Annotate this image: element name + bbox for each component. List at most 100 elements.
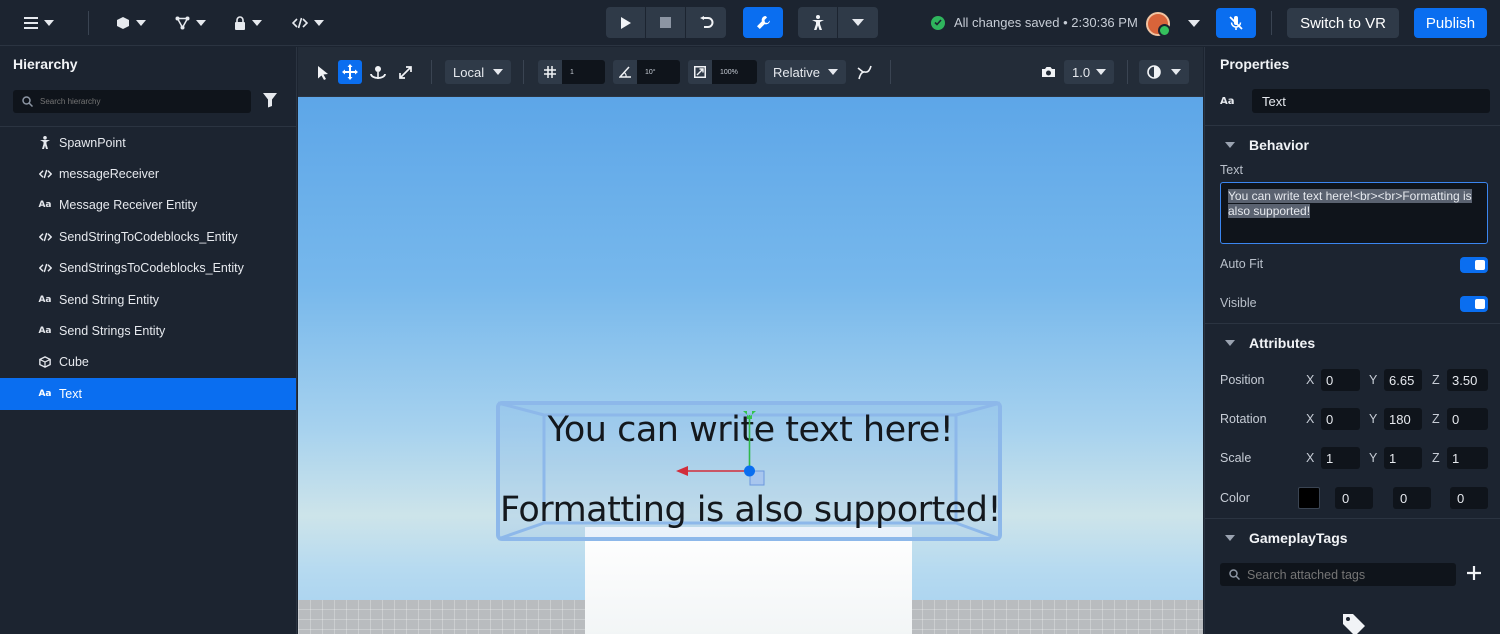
pivot-dropdown[interactable]: Relative xyxy=(765,60,846,84)
rotation-row: Rotation X 0 Y 180 Z 0 xyxy=(1220,408,1490,430)
tree-item[interactable]: SendStringsToCodeblocks_Entity xyxy=(0,253,296,284)
chevron-down-icon xyxy=(196,20,206,26)
account-dropdown-icon[interactable] xyxy=(1188,20,1200,27)
axis-y-label: Y xyxy=(1369,451,1378,465)
position-x-field[interactable]: 0 xyxy=(1321,369,1360,391)
tree-item[interactable]: messageReceiver xyxy=(0,158,296,189)
chevron-down-icon xyxy=(252,20,262,26)
color-g-field[interactable]: 0 xyxy=(1393,487,1431,509)
text-icon: Aa xyxy=(38,294,52,305)
publish-button[interactable]: Publish xyxy=(1414,8,1487,38)
position-y-field[interactable]: 6.65 xyxy=(1384,369,1422,391)
chevron-down-icon xyxy=(44,20,54,26)
divider xyxy=(523,60,524,84)
hierarchy-search[interactable] xyxy=(13,90,251,113)
collapse-triangle-icon xyxy=(1225,535,1235,541)
tree-item[interactable]: Aa Send Strings Entity xyxy=(0,315,296,346)
tag-search[interactable] xyxy=(1220,563,1456,586)
scale-snap-value[interactable]: 100% xyxy=(712,60,757,84)
camera-speed-dropdown[interactable]: 1.0 xyxy=(1064,60,1114,84)
play-button[interactable] xyxy=(606,7,646,38)
hierarchy-search-input[interactable] xyxy=(40,97,240,106)
filter-button[interactable] xyxy=(262,92,278,111)
stop-button[interactable] xyxy=(646,7,686,38)
rotation-y-field[interactable]: 180 xyxy=(1384,408,1422,430)
tree-item-label: Cube xyxy=(59,355,89,370)
grid-snap-toggle[interactable] xyxy=(538,60,562,84)
build-mode-button[interactable] xyxy=(743,7,783,38)
color-r-field[interactable]: 0 xyxy=(1335,487,1373,509)
tree-item[interactable]: Aa Send String Entity xyxy=(0,284,296,315)
axis-x-label: X xyxy=(1306,451,1315,465)
rotate-tool-button[interactable] xyxy=(368,60,388,84)
color-swatch[interactable] xyxy=(1298,487,1320,509)
text-icon: Aa xyxy=(38,326,52,337)
mute-microphone-button[interactable] xyxy=(1216,8,1256,38)
position-label: Position xyxy=(1220,373,1265,387)
tree-item-label: Send Strings Entity xyxy=(59,324,166,339)
color-b-field[interactable]: 0 xyxy=(1450,487,1488,509)
gameplay-tags-section-header[interactable]: GameplayTags xyxy=(1225,530,1348,546)
autofit-toggle[interactable] xyxy=(1460,257,1488,273)
pivot-mode-button[interactable] xyxy=(854,60,876,84)
visible-toggle[interactable] xyxy=(1460,296,1488,312)
scale-snap-icon xyxy=(694,66,706,78)
lock-menu-button[interactable] xyxy=(234,9,262,37)
grid-snap-value[interactable]: 1 xyxy=(562,60,605,84)
avatar-pose-button[interactable] xyxy=(798,7,838,38)
text-property-input[interactable]: You can write text here!<br><br>Formatti… xyxy=(1220,182,1488,244)
scene-viewport[interactable]: You can write text here! Formatting is a… xyxy=(298,97,1203,634)
position-z-field[interactable]: 3.50 xyxy=(1447,369,1488,391)
render-mode-dropdown[interactable] xyxy=(1139,60,1189,84)
save-status-text: All changes saved • 2:30:36 PM xyxy=(954,15,1138,30)
color-row: Color 0 0 0 xyxy=(1220,486,1490,510)
reset-button[interactable] xyxy=(686,7,726,38)
add-tag-button[interactable] xyxy=(1467,561,1481,585)
entity-name-input[interactable] xyxy=(1252,89,1490,113)
build-menu-button[interactable] xyxy=(116,9,146,37)
scripts-menu-button[interactable] xyxy=(292,9,324,37)
rotation-x-field[interactable]: 0 xyxy=(1321,408,1360,430)
grid-icon xyxy=(544,66,556,78)
avatar[interactable] xyxy=(1146,12,1171,37)
person-icon xyxy=(811,15,824,30)
code-icon xyxy=(38,263,52,273)
tree-item[interactable]: Cube xyxy=(0,347,296,378)
camera-button[interactable] xyxy=(1038,60,1058,84)
rotation-z-field[interactable]: 0 xyxy=(1447,408,1488,430)
chevron-down-icon xyxy=(1171,69,1181,75)
move-tool-button[interactable] xyxy=(338,60,362,84)
tree-item[interactable]: SpawnPoint xyxy=(0,127,296,158)
tree-item-selected[interactable]: Aa Text xyxy=(0,378,296,410)
divider xyxy=(1271,11,1272,35)
behavior-section-header[interactable]: Behavior xyxy=(1225,137,1309,153)
angle-snap-value[interactable]: 10° xyxy=(637,60,680,84)
visible-label: Visible xyxy=(1220,296,1257,310)
scale-z-field[interactable]: 1 xyxy=(1447,447,1488,469)
tag-search-input[interactable] xyxy=(1247,567,1447,582)
chevron-down-icon xyxy=(1096,69,1107,75)
move-gizmo[interactable] xyxy=(298,97,1203,634)
top-toolbar: All changes saved • 2:30:36 PM Switch to… xyxy=(0,0,1500,46)
select-tool-button[interactable] xyxy=(314,60,332,84)
scale-snap-toggle[interactable] xyxy=(688,60,712,84)
main-menu-button[interactable] xyxy=(24,9,54,37)
stop-icon xyxy=(660,17,671,28)
scale-icon xyxy=(398,65,412,79)
avatar-pose-dropdown[interactable] xyxy=(838,7,878,38)
attributes-section-header[interactable]: Attributes xyxy=(1225,335,1315,351)
tree-item[interactable]: SendStringToCodeblocks_Entity xyxy=(0,221,296,252)
angle-snap-toggle[interactable] xyxy=(613,60,637,84)
tree-item-label: SendStringToCodeblocks_Entity xyxy=(59,229,238,244)
space-dropdown[interactable]: Local xyxy=(445,60,511,84)
tree-item[interactable]: Aa Message Receiver Entity xyxy=(0,190,296,221)
scale-y-field[interactable]: 1 xyxy=(1384,447,1422,469)
switch-to-vr-button[interactable]: Switch to VR xyxy=(1287,8,1399,38)
scale-x-field[interactable]: 1 xyxy=(1321,447,1360,469)
gizmo-menu-button[interactable] xyxy=(175,9,206,37)
search-icon xyxy=(22,96,33,107)
hierarchy-tree: SpawnPoint messageReceiver Aa Message Re… xyxy=(0,127,296,410)
rotation-label: Rotation xyxy=(1220,412,1267,426)
scale-tool-button[interactable] xyxy=(396,60,414,84)
angle-icon xyxy=(619,66,631,78)
